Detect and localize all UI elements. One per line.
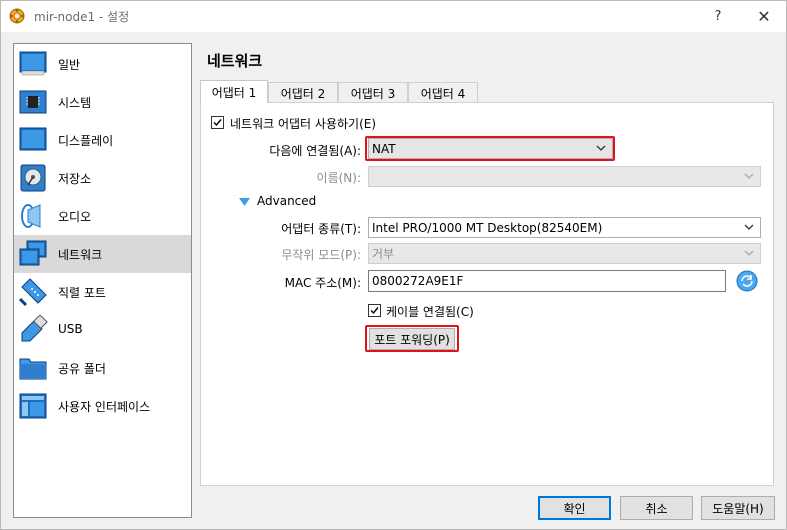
close-button[interactable]: ✕ [741,1,787,32]
sidebar-item-label: 네트워크 [58,248,103,262]
general-icon [19,51,47,76]
mac-address-label: MAC 주소(M): [284,276,361,290]
sidebar-item-audio[interactable]: 오디오 [14,197,191,235]
chip-icon [19,90,47,114]
sidebar-item-serial-port[interactable]: 직렬 포트 [14,273,191,311]
sidebar-item-network[interactable]: 네트워크 [14,235,191,273]
sidebar-item-label: 저장소 [58,172,92,186]
adapter-type-value: Intel PRO/1000 MT Desktop(82540EM) [372,220,603,235]
triangle-down-icon [239,198,250,206]
title-bar: mir-node1 - 설정 ? ✕ [1,1,786,32]
sidebar-item-usb[interactable]: USB [14,311,191,349]
window-title: mir-node1 - 설정 [34,10,130,24]
sidebar-item-label: 디스플레이 [58,134,114,148]
name-label: 이름(N): [316,171,361,185]
promiscuous-mode-value: 거부 [372,247,395,261]
virtualbox-icon [9,8,25,24]
regenerate-mac-icon[interactable] [736,270,758,292]
sidebar-item-user-interface[interactable]: 사용자 인터페이스 [14,387,191,425]
advanced-label: Advanced [257,194,317,208]
sidebar-item-label: 사용자 인터페이스 [58,400,151,414]
cancel-button[interactable]: 취소 [620,496,693,520]
sidebar-item-label: USB [58,322,83,336]
cable-connected-label: 케이블 연결됨(C) [386,305,474,319]
sidebar-item-label: 오디오 [58,210,92,224]
enable-adapter-label: 네트워크 어댑터 사용하기(E) [230,117,377,131]
tab-adapter-4[interactable]: 어댑터 4 [408,82,478,103]
disk-icon [20,164,46,192]
speaker-icon [21,204,41,228]
settings-sidebar: 일반 시스템 디스플레이 저장소 오디오 네트워크 직렬 포트 USB 공유 폴… [13,43,192,518]
adapter-type-label: 어댑터 종류(T): [281,222,361,236]
help-button[interactable]: 도움말(H) [701,496,775,520]
folder-icon [19,358,47,380]
help-title-button[interactable]: ? [695,1,741,32]
monitor-icon [19,127,47,151]
tab-adapter-3[interactable]: 어댑터 3 [338,82,408,103]
settings-window: mir-node1 - 설정 ? ✕ 일반 시스템 디스플레이 저장소 오디오 … [0,0,787,530]
tab-adapter-1[interactable]: 어댑터 1 [200,80,268,103]
checkmark-icon [370,307,379,315]
adapter-type-select[interactable]: Intel PRO/1000 MT Desktop(82540EM) [368,217,761,238]
advanced-toggle[interactable]: Advanced [239,194,319,210]
enable-adapter-checkbox[interactable] [211,116,224,129]
sidebar-item-label: 직렬 포트 [58,286,106,300]
sidebar-item-shared-folders[interactable]: 공유 폴더 [14,349,191,387]
chevron-down-icon [744,224,754,230]
name-select[interactable] [368,166,761,187]
mac-address-value: 0800272A9E1F [372,274,464,288]
page-title: 네트워크 [207,52,263,70]
promiscuous-mode-select[interactable]: 거부 [368,243,761,264]
sidebar-item-general[interactable]: 일반 [14,45,191,83]
sidebar-item-label: 일반 [58,58,81,72]
port-forwarding-highlight [365,325,459,352]
tab-adapter-2[interactable]: 어댑터 2 [268,82,338,103]
sidebar-item-system[interactable]: 시스템 [14,83,191,121]
sidebar-item-display[interactable]: 디스플레이 [14,121,191,159]
network-icon [19,240,47,266]
attached-to-highlight [365,136,615,161]
ok-button[interactable]: 확인 [538,496,611,520]
sidebar-item-label: 시스템 [58,96,92,110]
sidebar-item-storage[interactable]: 저장소 [14,159,191,197]
attached-to-label: 다음에 연결됨(A): [269,144,361,158]
usb-icon [21,315,48,342]
checkmark-icon [213,119,222,127]
serial-port-icon [18,278,47,307]
chevron-down-icon [744,250,754,256]
promiscuous-mode-label: 무작위 모드(P): [281,248,361,262]
mac-address-input[interactable]: 0800272A9E1F [368,270,726,292]
chevron-down-icon [744,173,754,179]
ui-icon [19,393,47,419]
cable-connected-checkbox[interactable] [368,304,381,317]
sidebar-item-label: 공유 폴더 [58,362,106,376]
